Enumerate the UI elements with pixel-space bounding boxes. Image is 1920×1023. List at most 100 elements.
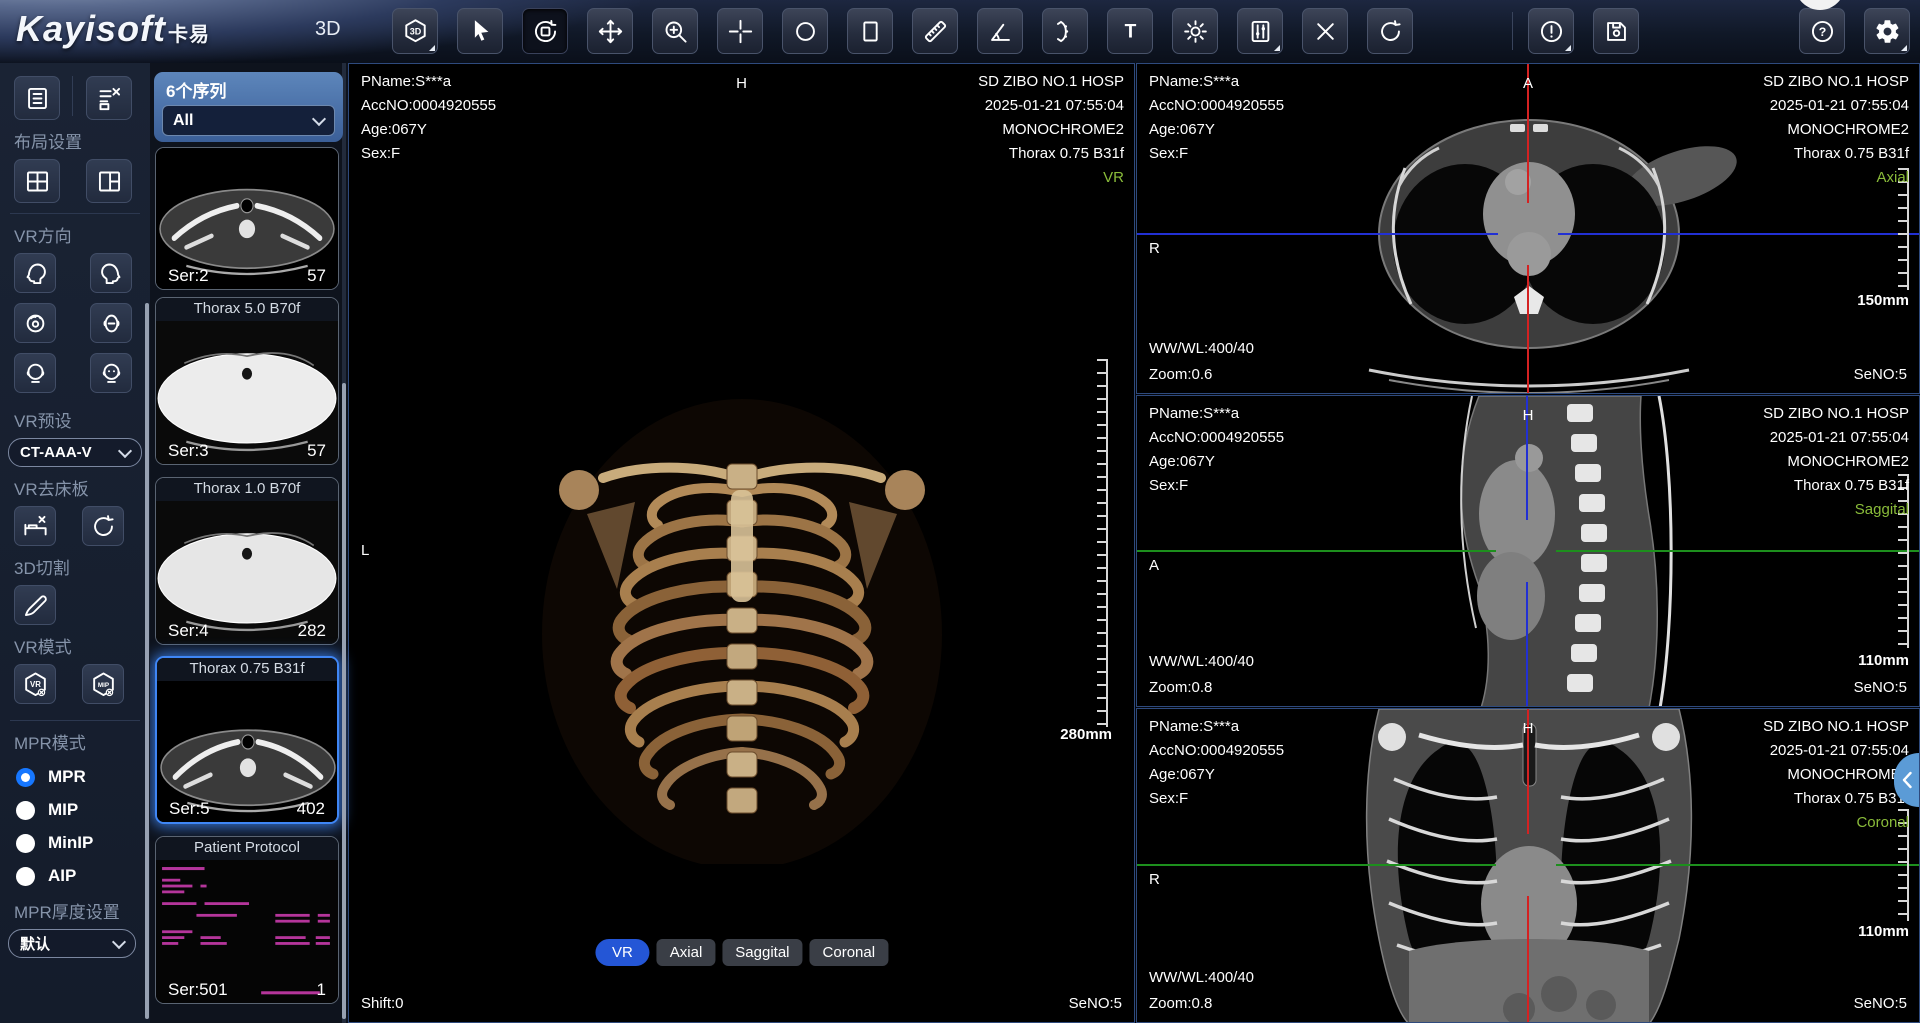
series-title: Thorax 5.0 B70f: [156, 298, 338, 321]
vr-head-bottom-button[interactable]: [90, 303, 132, 343]
mpr-radio-mpr[interactable]: MPR: [0, 767, 150, 787]
reset-button[interactable]: [1367, 8, 1413, 54]
help-button[interactable]: ?: [1799, 8, 1845, 54]
coronal-ct-image: [1229, 709, 1829, 1023]
patient-info-block: PName:S***a AccNO:0004920555 Age:067Y Se…: [1149, 715, 1284, 811]
patient-sex: Sex:F: [1149, 474, 1284, 498]
help-icon: ?: [1809, 18, 1836, 45]
3d-mode-button[interactable]: 3D: [392, 8, 438, 54]
crosshair-icon: [727, 18, 754, 45]
rectangle-icon: [857, 18, 884, 45]
series-description: Thorax 0.75 B31f: [1763, 474, 1909, 498]
svg-text:3D: 3D: [409, 26, 421, 36]
series-description: Thorax 0.75 B31f: [1763, 787, 1909, 811]
mpr-radio-aip[interactable]: AIP: [0, 866, 150, 886]
rectangle-measure-button[interactable]: [847, 8, 893, 54]
vr-head-right-button[interactable]: [90, 253, 132, 293]
vr-head-back-button[interactable]: [14, 353, 56, 393]
crosshair-vertical-bottom[interactable]: [1527, 265, 1529, 393]
crosshair-horizontal-left[interactable]: [1137, 233, 1498, 235]
crosshair-horizontal-right[interactable]: [1556, 550, 1919, 552]
head-back-icon: [22, 360, 49, 387]
text-annotation-button[interactable]: T: [1107, 8, 1153, 54]
layout-grid-button[interactable]: [14, 159, 60, 203]
sidebar-scrollbar[interactable]: [145, 303, 149, 1019]
radio-icon: [16, 834, 35, 853]
window-level-button[interactable]: [1237, 8, 1283, 54]
layout-split-button[interactable]: [86, 159, 132, 203]
mip-mode-button[interactable]: MIP: [82, 664, 124, 704]
select-cursor-button[interactable]: [457, 8, 503, 54]
vr-preset-label: VR预设: [0, 407, 150, 432]
crosshair-vertical-bottom[interactable]: [1527, 896, 1529, 1022]
orientation-marker-left: L: [361, 539, 369, 563]
view-button-saggital[interactable]: Saggital: [722, 939, 802, 966]
crosshair-horizontal-left[interactable]: [1137, 864, 1496, 866]
settings-button[interactable]: [1864, 8, 1910, 54]
crosshair-horizontal-right[interactable]: [1556, 864, 1919, 866]
angle-button[interactable]: [977, 8, 1023, 54]
study-datetime: 2025-01-21 07:55:04: [1763, 739, 1909, 763]
patient-name: PName:S***a: [1149, 402, 1284, 426]
coronal-viewport[interactable]: PName:S***a AccNO:0004920555 Age:067Y Se…: [1136, 708, 1920, 1023]
vr-head-front-button[interactable]: [90, 353, 132, 393]
series-thumbnail-selected[interactable]: Thorax 0.75 B31f Ser:5 402: [155, 656, 339, 824]
vr-head-top-button[interactable]: [14, 303, 56, 343]
pan-button[interactable]: [587, 8, 633, 54]
series-filter-dropdown[interactable]: All: [162, 105, 335, 136]
view-button-axial[interactable]: Axial: [657, 939, 716, 966]
crosshair-button[interactable]: [717, 8, 763, 54]
study-datetime: 2025-01-21 07:55:04: [1763, 94, 1909, 118]
close-series-button[interactable]: [86, 76, 132, 120]
window-level-indicator: WW/WL:400/40: [1149, 337, 1254, 361]
3d-cut-button[interactable]: [14, 585, 56, 625]
brightness-button[interactable]: [1172, 8, 1218, 54]
vr-mode-button[interactable]: VR: [14, 664, 56, 704]
series-list-icon: [24, 85, 51, 112]
patient-info-block: PName:S***a AccNO:0004920555 Age:067Y Se…: [1149, 402, 1284, 498]
series-thumbnail[interactable]: Thorax 5.0 B70f Ser:3 57: [155, 297, 339, 465]
delete-button[interactable]: [1302, 8, 1348, 54]
toolbar-main-group: 3D: [392, 8, 1413, 54]
bed-remove-icon: [22, 513, 49, 540]
series-scrollbar-track[interactable]: [342, 63, 346, 1023]
series-number: Ser:4: [168, 621, 209, 641]
series-title: Thorax 1.0 B70f: [156, 478, 338, 501]
series-thumbnail[interactable]: Thorax 1.0 B70f Ser:4 282: [155, 477, 339, 645]
save-button[interactable]: [1593, 8, 1639, 54]
mpr-radio-minip[interactable]: MinIP: [0, 833, 150, 853]
cobb-angle-button[interactable]: [1042, 8, 1088, 54]
patient-age: Age:067Y: [1149, 450, 1284, 474]
crosshair-horizontal-left[interactable]: [1137, 550, 1496, 552]
shift-indicator: Shift:0: [361, 992, 404, 1016]
3d-cut-label: 3D切割: [0, 554, 150, 579]
series-thumbnail[interactable]: Ser:2 57: [155, 147, 339, 290]
rotate-3d-button[interactable]: [522, 8, 568, 54]
sagittal-viewport[interactable]: PName:S***a AccNO:0004920555 Age:067Y Se…: [1136, 395, 1920, 707]
mpr-radio-mip[interactable]: MIP: [0, 800, 150, 820]
series-thumbnail[interactable]: Patient Protocol Ser:501 1: [155, 836, 339, 1004]
prompt-info-button[interactable]: [1528, 8, 1574, 54]
ruler-button[interactable]: [912, 8, 958, 54]
vr-viewport[interactable]: PName:S***a AccNO:0004920555 Age:067Y Se…: [348, 63, 1135, 1023]
ellipse-measure-button[interactable]: [782, 8, 828, 54]
axial-viewport[interactable]: PName:S***a AccNO:0004920555 Age:067Y Se…: [1136, 63, 1920, 394]
view-button-coronal[interactable]: Coronal: [810, 939, 889, 966]
3d-cube-icon: 3D: [402, 18, 429, 45]
remove-bed-button[interactable]: [14, 506, 56, 546]
toolbar-secondary-group: [1528, 8, 1639, 54]
view-switch-buttons: VR Axial Saggital Coronal: [595, 939, 888, 966]
zoom-in-button[interactable]: [652, 8, 698, 54]
vr-head-left-button[interactable]: [14, 253, 56, 293]
view-button-vr[interactable]: VR: [595, 939, 650, 966]
svg-text:VR: VR: [30, 680, 41, 689]
crosshair-horizontal-right[interactable]: [1558, 233, 1919, 235]
delete-x-icon: [1312, 18, 1339, 45]
reset-bed-button[interactable]: [82, 506, 124, 546]
study-info-block: SD ZIBO NO.1 HOSP 2025-01-21 07:55:04 MO…: [1763, 402, 1909, 522]
vr-preset-dropdown[interactable]: CT-AAA-V: [8, 438, 142, 467]
mpr-thickness-dropdown[interactable]: 默认: [8, 929, 136, 958]
series-list-button[interactable]: [14, 76, 60, 120]
crosshair-vertical-bottom[interactable]: [1526, 582, 1528, 706]
series-scrollbar-thumb[interactable]: [342, 383, 346, 1019]
